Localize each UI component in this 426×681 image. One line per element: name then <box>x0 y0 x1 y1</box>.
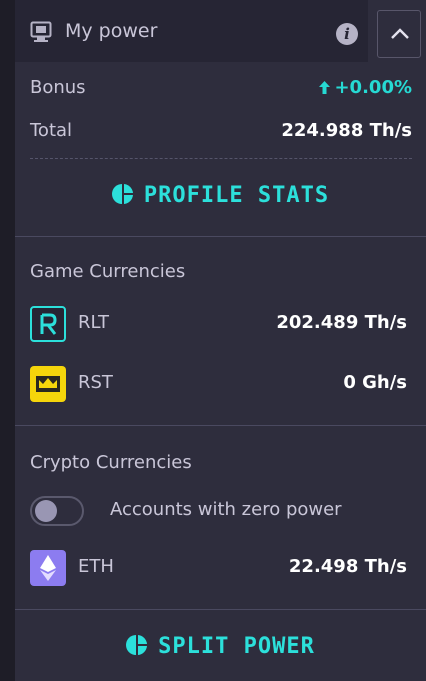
bonus-label: Bonus <box>30 77 86 98</box>
bonus-value: +0.00% <box>319 77 412 98</box>
panel-title: My power <box>65 20 158 42</box>
pie-chart-icon <box>111 184 133 204</box>
profile-stats-button[interactable]: PROFILE STATS <box>15 183 426 208</box>
left-background-strip <box>0 0 15 681</box>
currency-row-rst: RST 0 Gh/s <box>30 366 407 402</box>
bonus-value-text: +0.00% <box>334 77 412 98</box>
info-icon[interactable]: i <box>336 23 358 45</box>
zero-power-toggle-label: Accounts with zero power <box>110 499 342 520</box>
total-value: 224.988 Th/s <box>281 120 412 141</box>
chevron-up-icon <box>391 28 409 39</box>
collapse-button[interactable] <box>377 10 421 58</box>
split-power-button[interactable]: SPLIT POWER <box>15 634 426 659</box>
currency-name: RLT <box>78 312 110 333</box>
currency-name: ETH <box>78 556 114 577</box>
game-currencies-title: Game Currencies <box>30 261 186 282</box>
profile-stats-label: PROFILE STATS <box>143 183 330 208</box>
my-power-panel: My power i Bonus +0.00% Total 224.988 Th… <box>15 0 426 681</box>
dashed-divider <box>30 158 412 159</box>
pie-chart-icon <box>126 635 148 655</box>
eth-icon <box>30 550 66 586</box>
total-label: Total <box>30 120 73 141</box>
rlt-icon <box>30 306 66 342</box>
crypto-currencies-title: Crypto Currencies <box>30 452 192 473</box>
bonus-row: Bonus +0.00% <box>30 77 412 101</box>
currency-value: 0 Gh/s <box>343 372 407 393</box>
currency-row-eth: ETH 22.498 Th/s <box>30 550 407 586</box>
toggle-knob <box>35 500 57 522</box>
monitor-icon <box>30 21 52 42</box>
crown-icon <box>30 366 66 402</box>
panel-header[interactable]: My power i <box>15 0 368 62</box>
split-power-label: SPLIT POWER <box>158 634 315 659</box>
currency-value: 202.489 Th/s <box>276 312 407 333</box>
arrow-up-icon <box>319 81 331 94</box>
total-row: Total 224.988 Th/s <box>30 120 412 144</box>
currency-name: RST <box>78 372 113 393</box>
currency-row-rlt: RLT 202.489 Th/s <box>30 306 407 342</box>
zero-power-toggle[interactable] <box>30 496 84 526</box>
currency-value: 22.498 Th/s <box>288 556 407 577</box>
section-divider <box>15 425 426 426</box>
section-divider <box>15 236 426 237</box>
section-divider <box>15 609 426 610</box>
